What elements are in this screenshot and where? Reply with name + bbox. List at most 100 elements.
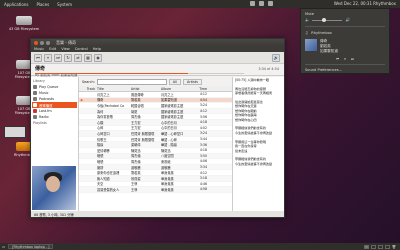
cell-artist: 周杰倫 bbox=[131, 115, 141, 120]
menu-help[interactable]: Help bbox=[93, 47, 101, 51]
menu-control[interactable]: Control bbox=[75, 47, 88, 51]
cell-title: 今後(Pachabel Ca bbox=[97, 103, 125, 108]
mail-icon[interactable] bbox=[259, 1, 264, 6]
cell-time: 3:36 bbox=[199, 142, 207, 147]
maximize-icon[interactable] bbox=[46, 40, 50, 45]
cell-album: 陳奕迅 bbox=[161, 148, 171, 153]
cell-artist: 任賢齊 無限循環 bbox=[131, 137, 155, 142]
cell-title: 原來你也在這裡 bbox=[97, 171, 120, 176]
cell-time: 4:02 bbox=[199, 125, 207, 130]
menu-view[interactable]: View bbox=[61, 47, 70, 51]
playing-indicator-icon: ▶ bbox=[80, 97, 84, 102]
show-desktop-icon[interactable]: ▭ bbox=[2, 245, 5, 249]
column-time[interactable]: Time bbox=[191, 87, 207, 91]
seek-bar[interactable] bbox=[35, 73, 244, 74]
cell-time: 3:44 bbox=[199, 137, 207, 142]
cell-artist: 鳳凰傳奇 bbox=[131, 92, 144, 97]
column-title[interactable]: Title bbox=[97, 87, 131, 91]
play-button[interactable]: ⏸ bbox=[44, 53, 52, 62]
filter-artists[interactable]: Artists bbox=[183, 78, 202, 85]
cell-album: 月亮之上 bbox=[161, 92, 174, 97]
lastfm-icon bbox=[33, 109, 37, 113]
cell-title: 天空 bbox=[97, 182, 104, 187]
shuffle-icon: ⇄ bbox=[76, 55, 80, 60]
sound-preferences[interactable]: Sound Preferences... bbox=[305, 68, 385, 72]
rhythmbox-icon: ♫ bbox=[305, 31, 309, 35]
cell-artist: 王力宏 bbox=[131, 126, 141, 131]
now-playing: 傳奇 by 劉若英 from 如果雲知道 3:34 of 4:54 bbox=[31, 64, 284, 77]
menu-places[interactable]: Places bbox=[32, 2, 53, 7]
workspace-3[interactable] bbox=[377, 244, 383, 249]
cell-title: 擁擠 bbox=[97, 165, 104, 170]
lyric-line: 今生的愛情故事不會再改變 bbox=[235, 161, 273, 166]
workspace-4[interactable] bbox=[384, 244, 390, 249]
cell-album: 華語 - 心碎 bbox=[161, 137, 177, 142]
volume-slider[interactable] bbox=[312, 17, 343, 22]
desktop-thumbnail[interactable] bbox=[4, 126, 26, 138]
workspace-2[interactable] bbox=[370, 244, 376, 249]
visualization-button[interactable]: ◉ bbox=[94, 53, 102, 62]
search-input[interactable] bbox=[96, 78, 167, 85]
menu-edit[interactable]: Edit bbox=[49, 47, 56, 51]
cell-time: 3:18 bbox=[199, 176, 207, 181]
user-menu[interactable]: Rhythmbox bbox=[373, 1, 396, 6]
menu-applications[interactable]: Applications bbox=[0, 2, 32, 7]
workspace-switcher: 🗑 bbox=[363, 244, 396, 249]
repeat-button[interactable]: ↻ bbox=[64, 53, 72, 62]
cell-title: 心碎 bbox=[97, 126, 104, 131]
cell-album: 蕭敬騰 bbox=[161, 165, 171, 170]
search-row: Search: All Artists bbox=[79, 77, 232, 86]
cell-title: 暗號 bbox=[97, 154, 104, 159]
cell-artist: 周杰倫 bbox=[131, 159, 141, 164]
minimize-icon[interactable] bbox=[40, 40, 44, 45]
close-icon[interactable] bbox=[34, 40, 38, 45]
player-next-icon[interactable]: ⏭ bbox=[351, 57, 354, 61]
trash-icon[interactable]: 🗑 bbox=[392, 245, 396, 249]
workspace-1[interactable] bbox=[363, 244, 369, 249]
previous-button[interactable]: ⏮ bbox=[34, 53, 42, 62]
cell-time: 4:12 bbox=[199, 170, 207, 175]
network-icon[interactable] bbox=[250, 1, 255, 6]
taskbar-item-rhythmbox[interactable]: [Rhythmbox laptop - ] bbox=[8, 244, 54, 249]
cell-time: 3:24 bbox=[199, 103, 207, 108]
window-titlebar[interactable]: 音樂 - 傳奇 bbox=[31, 39, 284, 46]
cell-title: 愛情轉移 bbox=[97, 148, 110, 153]
column-artist[interactable]: Artist bbox=[131, 87, 161, 91]
music-icon bbox=[33, 91, 37, 95]
player-previous-icon[interactable]: ⏮ bbox=[336, 57, 339, 61]
browse-button[interactable]: ▦ bbox=[84, 53, 92, 62]
volume-low-icon: 🔈 bbox=[305, 18, 310, 22]
filter-all[interactable]: All bbox=[168, 78, 182, 85]
cell-artist: 劉若英 bbox=[131, 171, 141, 176]
shuffle-button[interactable]: ⇄ bbox=[74, 53, 82, 62]
next-button[interactable]: ⏭ bbox=[54, 53, 62, 62]
volume-slider-handle[interactable] bbox=[321, 17, 326, 22]
rhythmbox-window: 音樂 - 傳奇 Music Edit View Control Help ⏮ ⏸… bbox=[30, 38, 285, 218]
cell-album: 國家級電影主題 bbox=[161, 115, 184, 120]
column-track[interactable]: Track bbox=[85, 87, 97, 91]
cell-album: 心中的日月 bbox=[161, 120, 177, 125]
player-controls: ⏮ ⏸ ⏭ bbox=[305, 57, 385, 61]
player-pause-icon[interactable]: ⏸ bbox=[344, 57, 346, 61]
table-row[interactable]: 容易受傷的女人 王菲 單身貴族 4:58 bbox=[79, 187, 232, 193]
menu-system[interactable]: System bbox=[53, 2, 76, 7]
repeat-icon: ↻ bbox=[66, 55, 70, 60]
player-name[interactable]: Rhythmbox bbox=[311, 31, 332, 35]
cell-album: 華語 - 心碎堂口 bbox=[161, 131, 184, 136]
cell-artist: 蕭敬騰 bbox=[131, 165, 141, 170]
top-panel: Applications Places System Wed Dec 22, 0… bbox=[0, 0, 400, 8]
search-label: Search: bbox=[82, 79, 95, 84]
drive-icon bbox=[16, 16, 32, 25]
player-track-info: 傳奇 劉若英 如果雲知道 bbox=[305, 39, 385, 54]
cell-artist: 任賢齊 無限循環 bbox=[131, 131, 155, 136]
cell-title: 為你寫首歌 bbox=[97, 115, 113, 120]
volume-icon[interactable] bbox=[268, 1, 273, 6]
cell-album: 國家級電影主題 bbox=[161, 103, 184, 108]
column-album[interactable]: Album bbox=[161, 87, 191, 91]
menu-music[interactable]: Music bbox=[34, 47, 44, 51]
song-title: 傳奇 bbox=[35, 66, 46, 72]
cell-title: 容易受傷的女人 bbox=[97, 187, 120, 192]
clock[interactable]: Wed Dec 22, 00:31 bbox=[334, 1, 372, 6]
desktop-icon-filesystem[interactable]: 43 GB Filesystem bbox=[8, 16, 40, 31]
volume-button[interactable]: 🔊 bbox=[272, 53, 280, 62]
